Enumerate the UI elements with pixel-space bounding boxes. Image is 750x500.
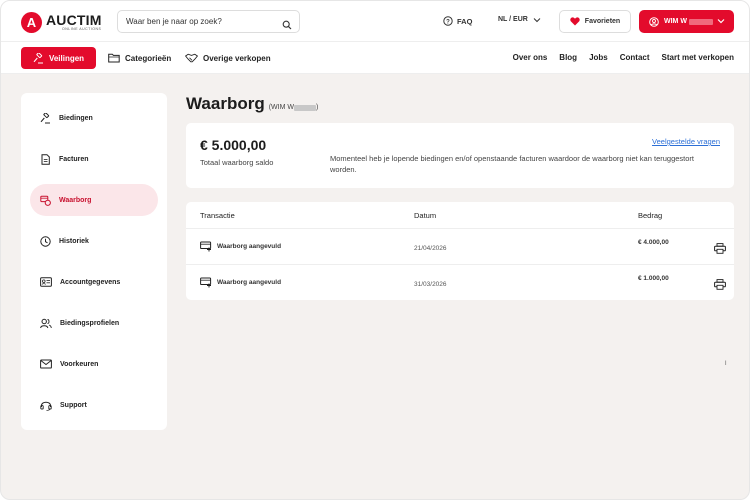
chevron-down-icon (717, 19, 725, 24)
id-card-icon (40, 277, 52, 287)
favorites-button[interactable]: Favorieten (559, 10, 631, 33)
transaction-date: 31/03/2026 (414, 281, 447, 288)
invoice-icon (41, 153, 50, 165)
sidebar-item-label: Historiek (59, 237, 89, 245)
page-subtitle-prefix: (WIM W (268, 104, 294, 111)
transaction-amount: € 1.000,00 (638, 275, 669, 282)
sidebar-item-label: Accountgegevens (60, 278, 121, 286)
nav-auctions-button[interactable]: Veilingen (21, 47, 96, 69)
heart-icon (570, 17, 580, 26)
mail-icon (40, 359, 52, 369)
sidebar-item-account-details[interactable]: Accountgegevens (30, 266, 158, 298)
sidebar-item-deposit[interactable]: Waarborg (30, 184, 158, 216)
search-box (117, 10, 300, 33)
transaction-cell: Waarborg aangevuld (200, 241, 281, 252)
deposit-notice: Momenteel heb je lopende biedingen en/of… (330, 154, 695, 174)
column-header-date: Datum (414, 211, 437, 220)
column-header-amount: Bedrag (638, 211, 663, 220)
deposit-icon (40, 195, 51, 206)
app-window: A AUCTIM ONLINE AUCTIONS ? FAQ NL / EUR … (0, 0, 750, 500)
logo[interactable]: A AUCTIM ONLINE AUCTIONS (21, 11, 102, 33)
nav-secondary-links: Over ons Blog Jobs Contact Start met ver… (513, 53, 734, 62)
user-icon (649, 16, 659, 27)
page-title: Waarborg (186, 94, 265, 113)
page-header: Waarborg (WIM W ) (186, 94, 318, 114)
sidebar-item-label: Waarborg (59, 196, 92, 204)
svg-text:?: ? (446, 19, 450, 25)
redacted-name (688, 18, 713, 25)
column-header-transaction: Transactie (200, 211, 235, 220)
sidebar-item-label: Facturen (59, 155, 89, 163)
account-sidebar: Biedingen Facturen Waarborg Historiek Ac… (21, 93, 167, 430)
language-label: NL / EUR (498, 16, 528, 23)
deposit-added-icon (200, 241, 212, 252)
page-subtitle-suffix: ) (315, 104, 319, 111)
faq-link[interactable]: ? FAQ (443, 16, 472, 26)
users-icon (40, 318, 52, 328)
search-icon[interactable] (282, 17, 292, 35)
deposit-total-label: Totaal waarborg saldo (200, 158, 274, 167)
print-icon[interactable] (714, 277, 726, 295)
sidebar-item-label: Support (60, 401, 87, 409)
print-icon[interactable] (714, 241, 726, 259)
handshake-icon (185, 53, 198, 63)
main-nav: Veilingen Categorieën Overige verkopen O… (1, 42, 749, 74)
language-currency-select[interactable]: NL / EUR (498, 16, 541, 23)
help-icon: ? (443, 16, 453, 26)
user-menu-button[interactable]: WIM W (639, 10, 734, 33)
nav-link-about[interactable]: Over ons (513, 53, 548, 62)
nav-link-jobs[interactable]: Jobs (589, 53, 608, 62)
transaction-label: Waarborg aangevuld (217, 243, 282, 250)
logo-tagline: ONLINE AUCTIONS (62, 26, 102, 31)
transaction-amount: € 4.000,00 (638, 239, 669, 246)
sidebar-item-label: Biedingen (59, 114, 93, 122)
headset-icon (40, 401, 52, 411)
sidebar-item-bidding-profiles[interactable]: Biedingsprofielen (30, 307, 158, 339)
transaction-cell: Waarborg aangevuld (200, 277, 281, 288)
gavel-icon (40, 112, 50, 123)
gavel-icon (33, 52, 43, 63)
faq-label: FAQ (457, 16, 473, 26)
top-bar: A AUCTIM ONLINE AUCTIONS ? FAQ NL / EUR … (1, 1, 749, 42)
deposit-balance-card: € 5.000,00 Totaal waarborg saldo Veelges… (186, 123, 734, 188)
clock-icon (40, 235, 51, 247)
corner-mark: ǀ (725, 361, 727, 367)
table-row: Waarborg aangevuld 31/03/2026 € 1.000,00 (186, 264, 734, 300)
logo-mark-icon: A (21, 11, 42, 33)
nav-link-start-selling[interactable]: Start met verkopen (662, 53, 734, 62)
deposit-added-icon (200, 277, 212, 288)
sidebar-item-preferences[interactable]: Voorkeuren (30, 348, 158, 380)
search-input[interactable] (126, 17, 276, 26)
nav-categories-label: Categorieën (125, 53, 172, 63)
faq-link[interactable]: Veelgestelde vragen (652, 137, 720, 146)
sidebar-item-label: Voorkeuren (60, 360, 99, 368)
nav-categories[interactable]: Categorieën (108, 53, 171, 63)
sidebar-item-history[interactable]: Historiek (30, 225, 158, 257)
folder-icon (108, 53, 120, 63)
transaction-date: 21/04/2026 (414, 245, 447, 252)
sidebar-item-invoices[interactable]: Facturen (30, 143, 158, 175)
chevron-down-icon (533, 17, 541, 22)
transactions-table: Transactie Datum Bedrag Waarborg aangevu… (186, 202, 734, 300)
redacted-name (293, 104, 316, 111)
sidebar-item-bids[interactable]: Biedingen (30, 102, 158, 134)
page-subtitle: (WIM W ) (269, 104, 319, 111)
nav-link-blog[interactable]: Blog (559, 53, 577, 62)
sidebar-item-label: Biedingsprofielen (60, 319, 120, 327)
sidebar-item-support[interactable]: Support (30, 389, 158, 421)
nav-other-sales[interactable]: Overige verkopen (185, 53, 271, 63)
favorites-label: Favorieten (584, 18, 621, 25)
nav-link-contact[interactable]: Contact (620, 53, 650, 62)
table-row: Waarborg aangevuld 21/04/2026 € 4.000,00 (186, 228, 734, 264)
nav-auctions-label: Veilingen (48, 53, 85, 63)
user-name: WIM W (664, 18, 687, 25)
logo-name: AUCTIM (46, 11, 102, 28)
transaction-label: Waarborg aangevuld (217, 279, 282, 286)
deposit-total-amount: € 5.000,00 (200, 137, 267, 153)
nav-other-sales-label: Overige verkopen (203, 53, 271, 63)
